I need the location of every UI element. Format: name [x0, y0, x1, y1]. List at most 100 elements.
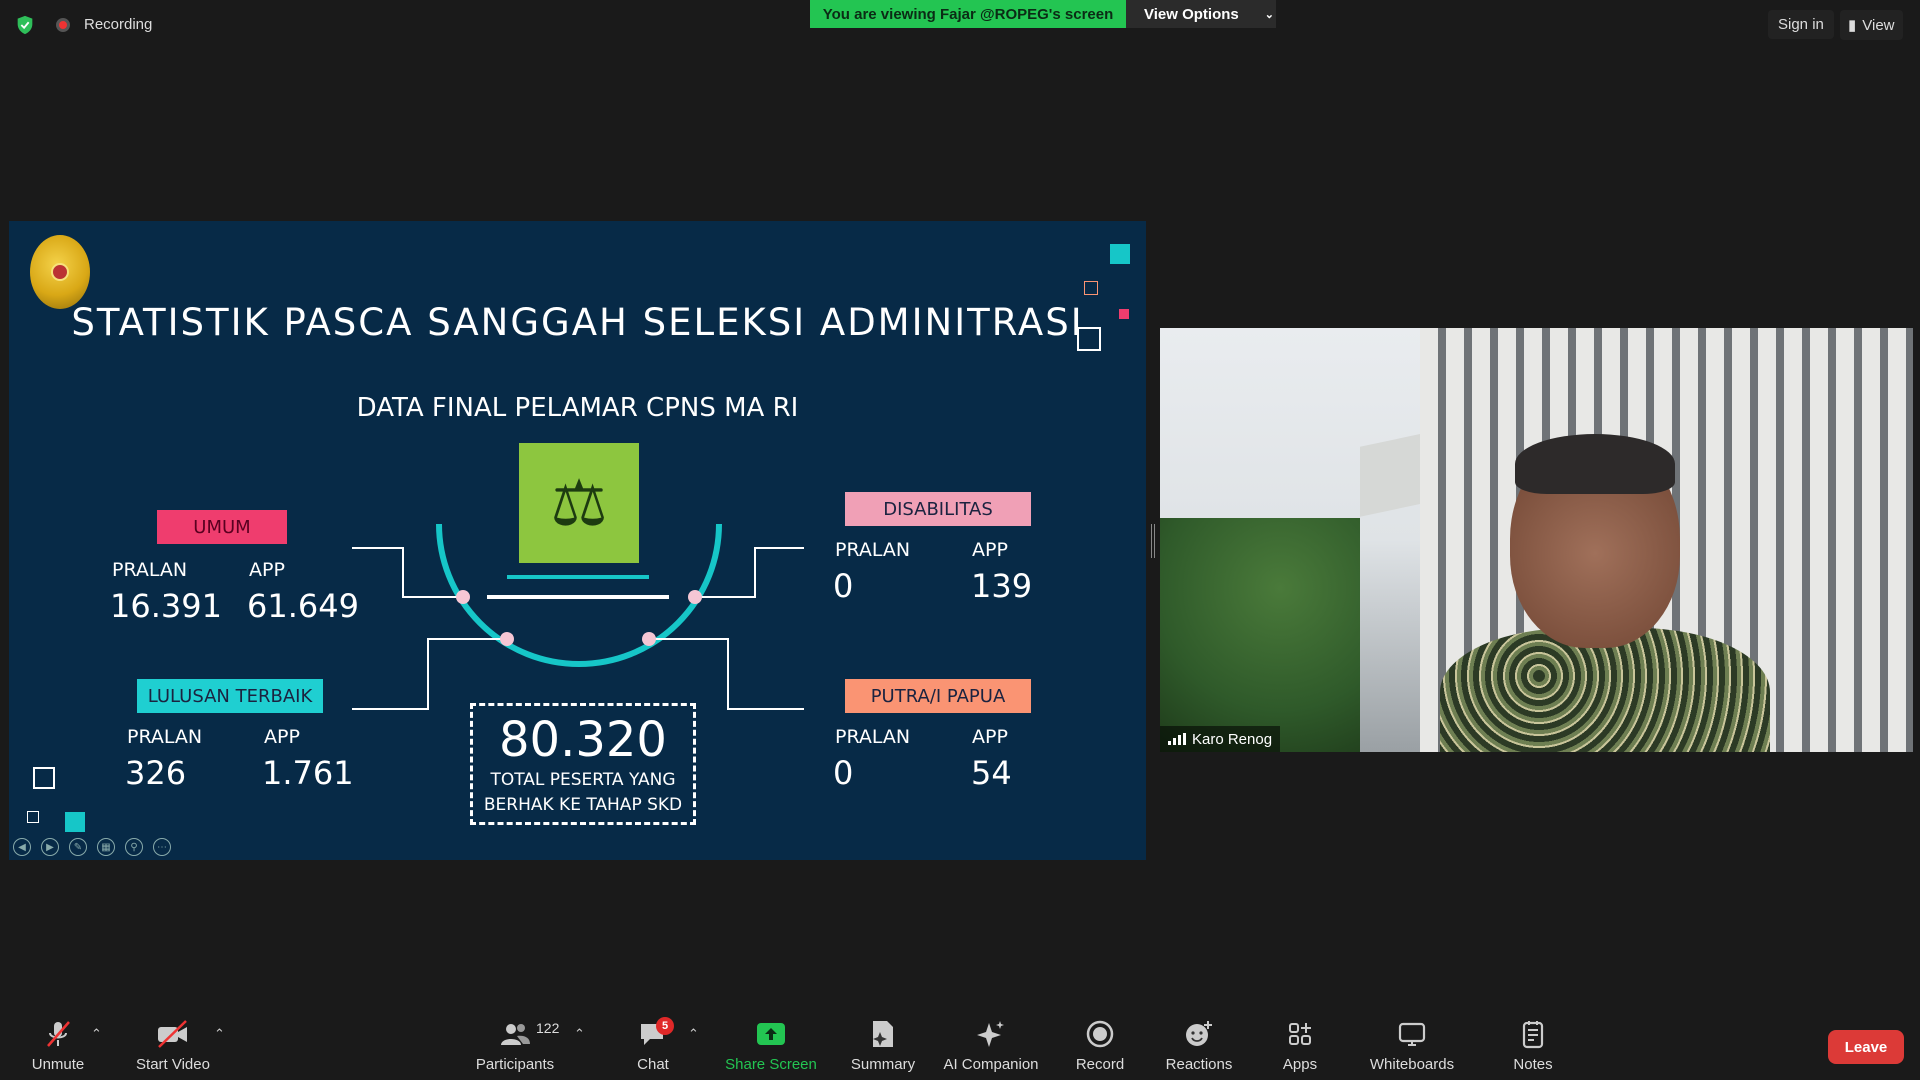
lulusan-app-header: APP	[264, 726, 300, 748]
category-label-putra-papua: PUTRA/I PAPUA	[845, 679, 1031, 713]
papua-app-header: APP	[972, 726, 1008, 748]
deco-square	[1084, 281, 1098, 295]
view-options-button[interactable]: View Options ⌄	[1126, 0, 1276, 28]
whiteboard-icon	[1362, 1018, 1462, 1050]
total-participants-box: 80.320 TOTAL PESERTA YANG BERHAK KE TAHA…	[470, 703, 696, 825]
share-screen-label: Share Screen	[725, 1056, 817, 1073]
microphone-muted-icon	[20, 1018, 96, 1050]
slide-title: STATISTIK PASCA SANGGAH SELEKSI ADMINITR…	[71, 301, 1084, 344]
background-trees	[1160, 518, 1360, 752]
summary-document-icon	[844, 1018, 922, 1050]
participant-video-tile[interactable]: Karo Renog	[1160, 328, 1913, 752]
deco-square	[65, 812, 85, 832]
whiteboards-label: Whiteboards	[1369, 1056, 1455, 1073]
disabilitas-pralan-header: PRALAN	[835, 539, 911, 561]
pen-icon[interactable]: ✎	[69, 838, 87, 856]
deco-square	[33, 767, 55, 789]
previous-slide-icon[interactable]: ◀	[13, 838, 31, 856]
view-layout-icon: ▮	[1848, 17, 1857, 34]
unmute-label: Unmute	[31, 1056, 85, 1073]
recording-icon	[56, 18, 70, 32]
deco-square	[27, 811, 39, 823]
chat-options-chevron-icon[interactable]: ⌃	[688, 1026, 699, 1042]
slides-grid-icon[interactable]: ▦	[97, 838, 115, 856]
share-screen-icon	[721, 1018, 821, 1050]
notes-button[interactable]: Notes	[1502, 1018, 1564, 1073]
umum-app-header: APP	[249, 559, 285, 581]
reactions-emoji-icon	[1160, 1018, 1238, 1050]
security-shield-icon[interactable]	[14, 14, 36, 36]
umum-pralan-value: 16.391	[110, 587, 222, 625]
summary-label: Summary	[850, 1056, 916, 1073]
category-label-lulusan-terbaik: LULUSAN TERBAIK	[137, 679, 323, 713]
category-label-disabilitas: DISABILITAS	[845, 492, 1031, 526]
chat-label: Chat	[637, 1056, 669, 1073]
summary-button[interactable]: Summary	[844, 1018, 922, 1073]
chat-button[interactable]: Chat	[620, 1018, 686, 1073]
start-video-label: Start Video	[136, 1056, 210, 1073]
deco-square	[1110, 244, 1130, 264]
view-options-label: View Options	[1144, 5, 1239, 23]
category-label-umum: UMUM	[157, 510, 287, 544]
signal-strength-icon	[1168, 733, 1186, 745]
view-label: View	[1862, 16, 1895, 34]
chevron-down-icon: ⌄	[1264, 8, 1274, 21]
record-button[interactable]: Record	[1066, 1018, 1134, 1073]
participant-person	[1440, 434, 1770, 752]
zoom-icon[interactable]: ⚲	[125, 838, 143, 856]
justice-scale-icon: ⚖	[519, 443, 639, 563]
shared-screen-slide: STATISTIK PASCA SANGGAH SELEKSI ADMINITR…	[9, 221, 1146, 860]
deco-square	[1077, 327, 1101, 351]
recording-label[interactable]: Recording	[84, 16, 152, 33]
reactions-button[interactable]: Reactions	[1160, 1018, 1238, 1073]
papua-pralan-value: 0	[833, 754, 854, 792]
more-options-icon[interactable]: ⋯	[153, 838, 171, 856]
ai-companion-button[interactable]: AI Companion	[938, 1018, 1044, 1073]
ai-sparkle-icon	[938, 1018, 1044, 1050]
audio-options-chevron-icon[interactable]: ⌃	[91, 1026, 102, 1042]
apps-grid-icon	[1270, 1018, 1330, 1050]
total-participants-value: 80.320	[499, 712, 667, 768]
lulusan-app-value: 1.761	[262, 754, 354, 792]
ai-companion-label: AI Companion	[943, 1056, 1039, 1073]
sign-in-button[interactable]: Sign in	[1768, 10, 1834, 39]
participants-label: Participants	[475, 1056, 555, 1073]
umum-app-value: 61.649	[247, 587, 359, 625]
disabilitas-pralan-value: 0	[833, 567, 854, 605]
notes-icon	[1502, 1018, 1564, 1050]
papua-pralan-header: PRALAN	[835, 726, 911, 748]
lulusan-pralan-header: PRALAN	[127, 726, 203, 748]
video-camera-off-icon	[130, 1018, 216, 1050]
reactions-label: Reactions	[1165, 1056, 1233, 1073]
deco-square	[1119, 309, 1129, 319]
record-label: Record	[1075, 1056, 1125, 1073]
total-caption-line1: TOTAL PESERTA YANG	[490, 770, 676, 790]
participant-name: Karo Renog	[1192, 730, 1273, 748]
total-caption-line2: BERHAK KE TAHAP SKD	[483, 795, 683, 815]
chat-unread-badge: 5	[656, 1017, 674, 1035]
unmute-button[interactable]: Unmute	[20, 1018, 96, 1073]
chat-bubble-icon	[620, 1018, 686, 1050]
apps-button[interactable]: Apps	[1270, 1018, 1330, 1073]
panel-resize-handle[interactable]	[1151, 524, 1155, 558]
video-options-chevron-icon[interactable]: ⌃	[214, 1026, 225, 1042]
start-video-button[interactable]: Start Video	[130, 1018, 216, 1073]
record-icon	[1066, 1018, 1134, 1050]
notes-label: Notes	[1513, 1056, 1553, 1073]
next-slide-icon[interactable]: ▶	[41, 838, 59, 856]
participants-count: 122	[536, 1020, 560, 1036]
participants-options-chevron-icon[interactable]: ⌃	[574, 1026, 585, 1042]
whiteboards-button[interactable]: Whiteboards	[1362, 1018, 1462, 1073]
slide-subtitle: DATA FINAL PELAMAR CPNS MA RI	[356, 393, 799, 423]
view-button[interactable]: ▮ View	[1840, 10, 1903, 40]
apps-label: Apps	[1282, 1056, 1318, 1073]
participant-name-tag: Karo Renog	[1160, 726, 1281, 752]
umum-pralan-header: PRALAN	[112, 559, 188, 581]
viewing-screen-banner: You are viewing Fajar @ROPEG's screen	[810, 0, 1126, 28]
leave-button[interactable]: Leave	[1828, 1030, 1904, 1064]
share-screen-button[interactable]: Share Screen	[721, 1018, 821, 1073]
disabilitas-app-header: APP	[972, 539, 1008, 561]
disabilitas-app-value: 139	[971, 567, 1033, 605]
lulusan-pralan-value: 326	[125, 754, 187, 792]
papua-app-value: 54	[971, 754, 1012, 792]
